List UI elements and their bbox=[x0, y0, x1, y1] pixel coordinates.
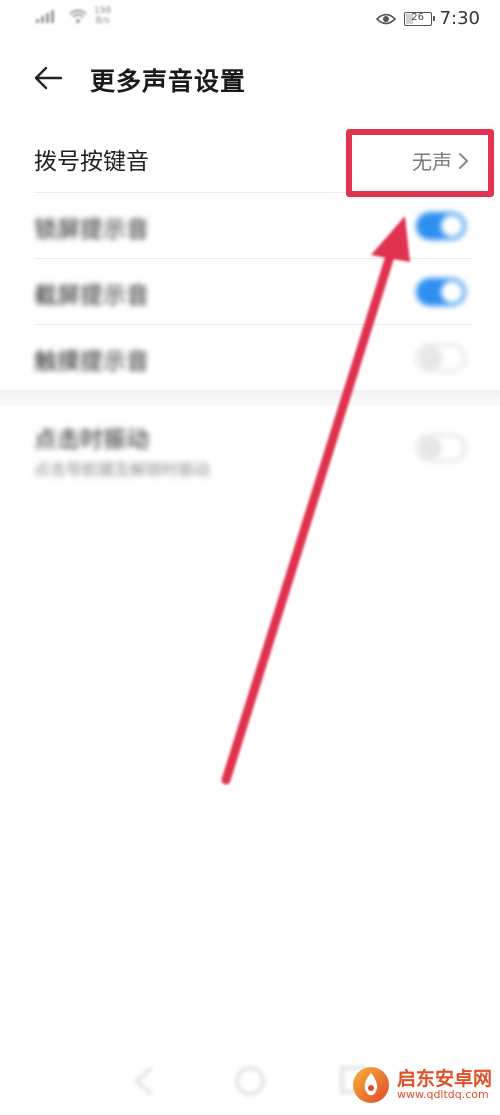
wifi-icon bbox=[69, 9, 87, 23]
net-speed-unit: B/s bbox=[95, 16, 110, 26]
setting-label: 拨号按键音 bbox=[34, 149, 149, 175]
setting-row-3[interactable]: 截屏提示音 bbox=[0, 262, 500, 324]
status-time: 7:30 bbox=[439, 8, 480, 29]
setting-label: 点击时振动 bbox=[34, 427, 149, 453]
status-right: 26 7:30 bbox=[375, 8, 480, 29]
watermark-logo-icon bbox=[352, 1067, 389, 1103]
battery-icon: 26 bbox=[403, 11, 435, 26]
eye-icon bbox=[375, 13, 396, 24]
net-speed-value: 198 bbox=[94, 6, 112, 16]
annotation-highlight-box bbox=[346, 129, 494, 197]
watermark-name: 启东安卓网 bbox=[396, 1067, 492, 1090]
watermark-url: www.qdltdq.com bbox=[396, 1088, 489, 1102]
setting-label: 锁屏提示音 bbox=[34, 217, 149, 243]
status-bar: 198 B/s 26 7:30 bbox=[0, 0, 500, 36]
net-speed: 198 B/s bbox=[94, 6, 111, 26]
page-title: 更多声音设置 bbox=[90, 67, 247, 96]
setting-label: 截屏提示音 bbox=[34, 283, 149, 309]
toggle-switch[interactable] bbox=[416, 212, 466, 240]
signal-icon bbox=[36, 10, 54, 23]
setting-row-5[interactable]: 点击时振动 点击导航键及解锁时振动 bbox=[0, 410, 500, 490]
divider bbox=[34, 258, 472, 259]
setting-row-4[interactable]: 触摸提示音 bbox=[0, 328, 500, 388]
setting-label: 触摸提示音 bbox=[34, 349, 149, 375]
nav-back-icon bbox=[133, 1066, 153, 1096]
battery-level: 26 bbox=[411, 11, 424, 23]
back-button[interactable] bbox=[28, 60, 68, 96]
watermark: 启东安卓网 www.qdltdq.com bbox=[351, 1065, 492, 1105]
toggle-switch[interactable] bbox=[416, 434, 466, 462]
section-divider bbox=[0, 390, 500, 406]
watermark-text: 启东安卓网 www.qdltdq.com bbox=[396, 1067, 492, 1102]
header: 更多声音设置 bbox=[0, 50, 500, 106]
setting-row-2[interactable]: 锁屏提示音 bbox=[0, 196, 500, 258]
nav-home-icon bbox=[235, 1066, 265, 1096]
toggle-switch[interactable] bbox=[416, 344, 466, 372]
setting-sublabel: 点击导航键及解锁时振动 bbox=[34, 460, 211, 479]
arrow-left-icon bbox=[34, 66, 63, 90]
toggle-switch[interactable] bbox=[416, 278, 466, 306]
status-left: 198 B/s bbox=[36, 6, 111, 26]
divider bbox=[34, 324, 472, 325]
